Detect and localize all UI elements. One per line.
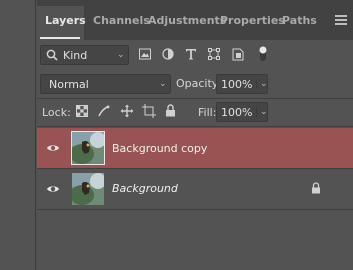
chevron-down-icon: ⌄ (159, 79, 167, 89)
tab-properties[interactable]: Properties (220, 14, 285, 27)
layer-row-background[interactable]: Background (37, 169, 353, 209)
chevron-down-icon: ⌄ (117, 50, 125, 60)
lock-all-icon[interactable] (165, 104, 176, 117)
blend-mode-select[interactable]: Normal ⌄ (40, 74, 171, 94)
fill-field[interactable]: 100% ⌄ (216, 102, 268, 122)
divider (37, 98, 353, 99)
panel-tab-bar: Layers Channels Adjustments Properties P… (37, 0, 353, 40)
left-gutter (0, 0, 36, 270)
layer-thumbnail (72, 173, 104, 205)
shape-layer-filter-icon[interactable] (208, 48, 220, 60)
tab-paths[interactable]: Paths (282, 14, 317, 27)
lock-artboard-icon[interactable] (142, 104, 156, 118)
layer-filter-kind-select[interactable]: Kind ⌄ (40, 45, 129, 65)
layer-name[interactable]: Background (112, 182, 178, 195)
type-layer-filter-icon[interactable] (185, 48, 197, 60)
blend-mode-value: Normal (49, 78, 89, 91)
adjustment-layer-filter-icon[interactable] (162, 48, 174, 60)
chevron-down-icon[interactable]: ⌄ (256, 79, 268, 89)
lock-transparent-pixels-icon[interactable] (76, 105, 88, 117)
filter-toggle-switch-icon[interactable] (258, 45, 268, 63)
eye-icon[interactable] (46, 184, 60, 194)
layer-name[interactable]: Background copy (112, 142, 207, 155)
layers-panel: Layers Channels Adjustments Properties P… (37, 0, 353, 270)
eye-icon[interactable] (46, 143, 60, 153)
divider (37, 126, 353, 127)
divider (37, 209, 353, 210)
lock-label: Lock: (42, 106, 71, 119)
chevron-down-icon[interactable]: ⌄ (256, 107, 268, 117)
opacity-value: 100% (221, 78, 253, 91)
active-tab-underline (40, 37, 80, 39)
opacity-field[interactable]: 100% ⌄ (216, 74, 268, 94)
smart-object-filter-icon[interactable] (232, 47, 245, 61)
layer-row-background-copy[interactable]: Background copy (37, 128, 353, 168)
lock-icon (312, 182, 320, 194)
filter-kind-label: Kind (63, 49, 88, 62)
fill-label: Fill: (198, 106, 217, 119)
panel-menu-icon[interactable] (335, 15, 347, 25)
fill-value: 100% (221, 106, 253, 119)
tab-layers[interactable]: Layers (45, 14, 86, 27)
tab-channels[interactable]: Channels (93, 14, 150, 27)
lock-image-pixels-icon[interactable] (98, 105, 110, 117)
pixel-layer-filter-icon[interactable] (139, 48, 151, 60)
opacity-label: Opacity: (176, 77, 222, 90)
layer-thumbnail (71, 131, 105, 165)
tab-adjustments[interactable]: Adjustments (148, 14, 226, 27)
search-icon (46, 49, 58, 61)
lock-position-icon[interactable] (120, 104, 134, 118)
